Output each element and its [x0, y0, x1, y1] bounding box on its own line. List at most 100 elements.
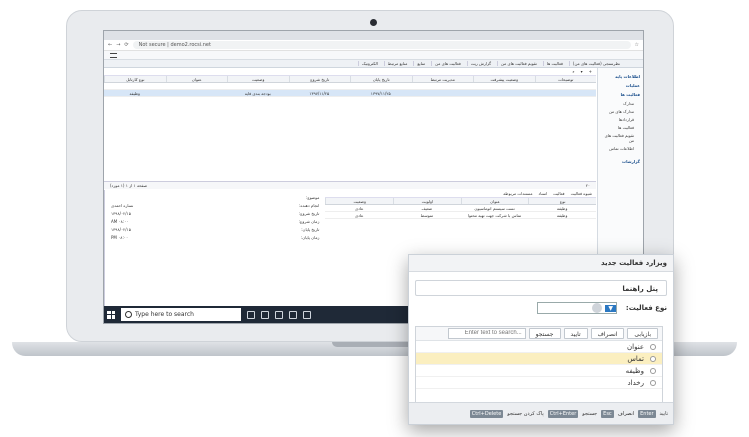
detail-field: تاریخ شروع: ۱۳۹۸/۰۲/۱۵ [111, 210, 319, 218]
wizard-footer: تایید Enter انصراف Esc جستجو Ctrl+Enter پاک کر… [409, 402, 673, 424]
sub-cell-1: تماس با شرکت جهت تهیه محتوا [467, 213, 522, 218]
star-icon[interactable]: ☆ [635, 42, 639, 48]
activity-type-combo[interactable]: ▼ [537, 302, 617, 314]
dropdown-option[interactable]: تماس [416, 353, 662, 365]
grid-header: توضیحات وضعیت پیشرفت مدیریت مرتبط تاریخ پای… [104, 76, 596, 83]
edge-icon[interactable] [261, 310, 269, 319]
table-cell-7: وظیفه [129, 91, 141, 96]
dropdown-option[interactable]: رخداد [416, 377, 662, 389]
shortcut-key: Enter [638, 409, 656, 418]
clear-icon[interactable] [592, 303, 603, 313]
detail-value: ۰۸:۰۰ PM [111, 235, 129, 240]
table-row[interactable]: ۱۳۹۷/۱۱/۲۵ ۱۳۹۷/۱۱/۲۵ بودجه بندی فایه وظیفه [104, 90, 596, 97]
footer-label: تایید [659, 410, 668, 417]
dropdown-option[interactable]: عنوان [416, 341, 662, 353]
radio-icon [650, 368, 656, 374]
url-field[interactable]: Not secure | demo2.rocsi.net [132, 41, 631, 49]
shortcut-key: Esc [601, 409, 614, 418]
tab-7[interactable]: الکترونیک [357, 61, 381, 66]
new-button[interactable]: + [589, 69, 592, 74]
search-icon[interactable]: ⌕ [572, 69, 574, 74]
detail-label: زمان پایان: [300, 235, 320, 240]
column-header-7[interactable]: نوع کارتابل [104, 76, 166, 82]
detail-label: موضوع: [305, 195, 320, 200]
sidebar-item-2[interactable]: قراردادها [601, 117, 634, 122]
sub-cell-2: ضعیف [421, 206, 433, 211]
lower-tab-2[interactable]: اسناد [539, 191, 548, 196]
sidebar-item-4[interactable]: تقویم فعالیت های من [601, 133, 634, 143]
sidebar-section-basic[interactable]: اطلاعات پایه [601, 74, 640, 79]
restore-button[interactable]: بازیابی [627, 328, 658, 339]
task-view-icon[interactable] [247, 310, 255, 319]
app-tabs: نظرسنجی (فعالیت های من) فعالیت ها تقویم فع… [104, 60, 643, 68]
tab-1[interactable]: فعالیت ها [542, 61, 566, 66]
tab-3[interactable]: گزارش ریت [466, 61, 494, 66]
lower-tab-0[interactable]: شیوه فعالیت [571, 191, 592, 196]
sidebar-section-operations[interactable]: عملیات [601, 83, 640, 88]
filter-icon[interactable]: ▾ [581, 69, 583, 74]
sidebar-item-3[interactable]: فعالیت ها [601, 125, 634, 130]
folder-icon[interactable] [275, 310, 283, 319]
sidebar-item-5[interactable]: اطلاعات تماس [601, 146, 634, 151]
sub-table-row[interactable]: وظیفه تست سیستم اتوماسیون ضعیف عادی [325, 205, 596, 212]
tab-2[interactable]: تقویم فعالیت های من [497, 61, 540, 66]
browser-addressbar: ← → ⟳ Not secure | demo2.rocsi.net ☆ [104, 40, 643, 51]
column-header-4[interactable]: تاریخ شروع [288, 76, 351, 82]
sub-cell-0: وظیفه [556, 206, 568, 211]
forward-icon[interactable]: → [116, 42, 120, 48]
tab-6[interactable]: منابع مرتبط [383, 61, 411, 66]
sub-table-row[interactable]: وظیفه تماس با شرکت جهت تهیه محتوا متوسط عاد… [325, 212, 596, 219]
pager-size[interactable]: ۲۰ [586, 182, 590, 189]
footer-label: انصراف [617, 410, 635, 417]
dropdown-option[interactable]: وظیفه [416, 365, 662, 377]
lower-tab-3[interactable]: مستندات مربوطه [503, 191, 532, 196]
option-label: رخداد [627, 379, 644, 387]
cancel-button[interactable]: انصراف [590, 328, 625, 339]
column-header-2[interactable]: مدیریت مرتبط [411, 76, 474, 82]
table-cell-1 [473, 90, 535, 96]
menu-icon[interactable] [110, 52, 117, 58]
camera-icon [370, 19, 377, 26]
column-header-0[interactable]: توضیحات [534, 76, 597, 82]
sidebar-section-reports[interactable]: گزارشات [601, 159, 640, 164]
detail-value: نساره احمدی [111, 203, 134, 208]
sidebar-section-activities[interactable]: فعالیت ها [601, 92, 640, 97]
tab-0[interactable]: نظرسنجی (فعالیت های من) [568, 61, 623, 66]
taskbar-search[interactable]: Type here to search [121, 308, 241, 321]
option-label: تماس [627, 355, 644, 363]
sidebar-item-1[interactable]: مدارک های من [601, 109, 634, 114]
windows-start-icon[interactable] [107, 310, 115, 319]
pager: ۲۰ صفحه ۱ از ۱ (۱ مورد) [104, 181, 596, 189]
mail-icon[interactable] [303, 310, 311, 319]
shortcut-key: Ctrl+Delete [469, 409, 504, 418]
grid-filter-row[interactable] [104, 83, 596, 90]
column-header-1[interactable]: وضعیت پیشرفت [473, 76, 535, 82]
dropdown-search-input[interactable] [447, 328, 526, 339]
radio-icon [650, 344, 656, 350]
combo-selected: ▼ [605, 304, 616, 312]
lower-tab-1[interactable]: فعالیت [553, 191, 564, 196]
tab-4[interactable]: فعالیت های من [431, 61, 464, 66]
column-header-6[interactable]: عنوان [165, 76, 228, 82]
store-icon[interactable] [289, 310, 297, 319]
laptop-notch [332, 342, 416, 347]
detail-field: زمان شروع: ۰۸:۰۰ AM [111, 218, 319, 226]
option-label: عنوان [627, 343, 644, 351]
reload-icon[interactable]: ⟳ [124, 42, 128, 48]
detail-label: تاریخ شروع: [298, 211, 320, 216]
sub-cell-3: عادی [354, 206, 364, 211]
detail-label: تاریخ پایان: [301, 227, 320, 232]
back-icon[interactable]: ← [108, 42, 112, 48]
pager-text: صفحه ۱ از ۱ (۱ مورد) [110, 183, 148, 188]
column-header-3[interactable]: تاریخ پایان [350, 76, 412, 82]
sidebar-item-0[interactable]: مدارک [601, 101, 634, 106]
confirm-button[interactable]: تایید [563, 328, 588, 339]
table-cell-6 [166, 90, 228, 96]
table-cell-0 [535, 90, 597, 96]
column-header-5[interactable]: وضعیت [227, 76, 289, 82]
sub-cell-3: عادی [354, 213, 364, 218]
search-button[interactable]: جستجو [528, 328, 561, 339]
sub-cell-1: تست سیستم اتوماسیون [474, 206, 515, 211]
tab-5[interactable]: منابع [413, 61, 428, 66]
guide-panel[interactable]: پنل راهنما [415, 280, 667, 296]
